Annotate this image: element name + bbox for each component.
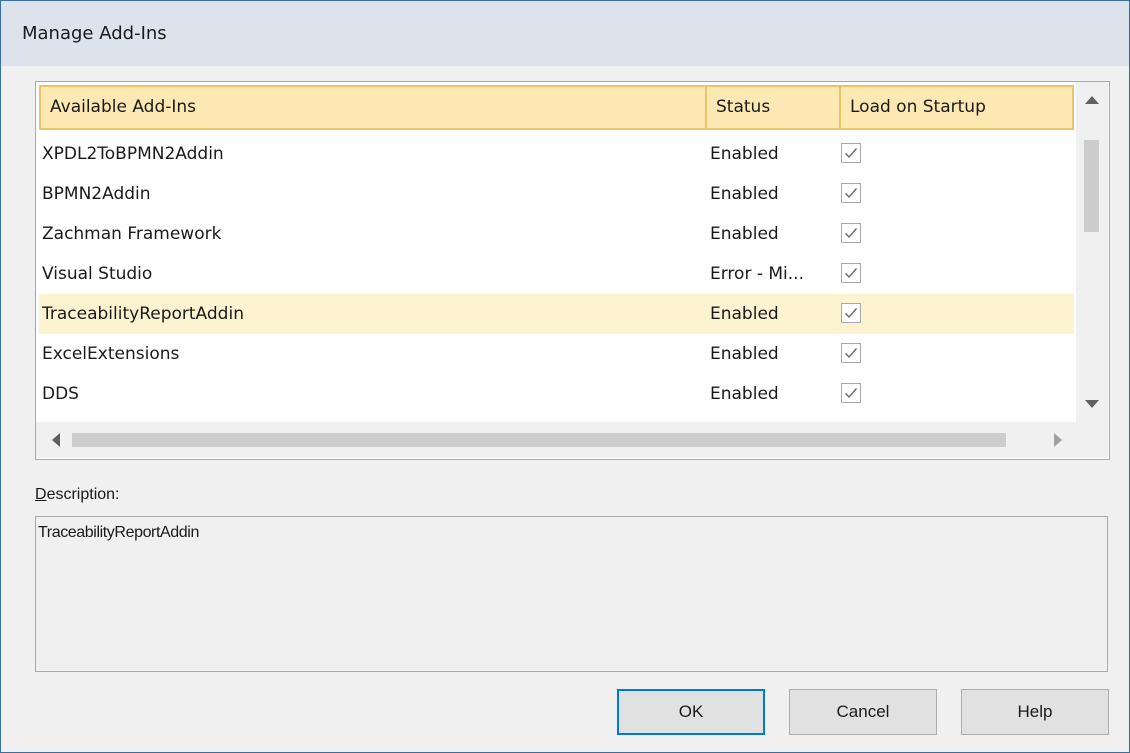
column-header-status[interactable]: Status bbox=[705, 87, 839, 128]
description-label: Description: bbox=[35, 486, 119, 504]
add-in-name: Visual Studio bbox=[42, 264, 153, 284]
checkmark-icon bbox=[845, 348, 858, 359]
cancel-button[interactable]: Cancel bbox=[789, 689, 937, 735]
checkmark-icon bbox=[845, 148, 858, 159]
checkmark-icon bbox=[845, 388, 858, 399]
description-label-accesskey: D bbox=[35, 486, 47, 503]
add-in-name: Zachman Framework bbox=[42, 224, 222, 244]
title-bar: Manage Add-Ins bbox=[1, 1, 1129, 66]
horizontal-scrollbar[interactable] bbox=[36, 422, 1076, 458]
list-item[interactable]: BPMN2Addin Enabled bbox=[39, 174, 1074, 214]
checkmark-icon bbox=[845, 188, 858, 199]
add-in-status: Enabled bbox=[710, 224, 779, 244]
add-in-status: Enabled bbox=[710, 344, 779, 364]
help-button[interactable]: Help bbox=[961, 689, 1109, 735]
load-on-startup-checkbox[interactable] bbox=[841, 223, 861, 243]
column-header-load-on-startup[interactable]: Load on Startup bbox=[839, 87, 1072, 128]
list-item[interactable]: TraceabilityReportAddin Enabled bbox=[39, 294, 1074, 334]
checkmark-icon bbox=[845, 308, 858, 319]
add-ins-list: Available Add-Ins Status Load on Startup… bbox=[35, 81, 1110, 460]
vertical-scrollbar[interactable] bbox=[1076, 82, 1108, 422]
description-box[interactable]: TraceabilityReportAddin bbox=[35, 516, 1108, 672]
list-item[interactable]: XPDL2ToBPMN2Addin Enabled bbox=[39, 134, 1074, 174]
scroll-up-icon[interactable] bbox=[1076, 84, 1108, 116]
vertical-scroll-thumb[interactable] bbox=[1084, 140, 1099, 232]
add-in-name: XPDL2ToBPMN2Addin bbox=[42, 144, 224, 164]
ok-button[interactable]: OK bbox=[617, 689, 765, 735]
add-in-name: DDS bbox=[42, 384, 79, 404]
horizontal-scroll-thumb[interactable] bbox=[72, 433, 1006, 447]
checkmark-icon bbox=[845, 228, 858, 239]
description-text: TraceabilityReportAddin bbox=[38, 524, 199, 541]
load-on-startup-checkbox[interactable] bbox=[841, 143, 861, 163]
manage-add-ins-dialog: Manage Add-Ins Available Add-Ins Status … bbox=[0, 0, 1130, 753]
scroll-left-icon[interactable] bbox=[40, 422, 72, 458]
load-on-startup-checkbox[interactable] bbox=[841, 383, 861, 403]
list-item[interactable]: ExcelExtensions Enabled bbox=[39, 334, 1074, 374]
add-in-status: Enabled bbox=[710, 184, 779, 204]
add-in-name: TraceabilityReportAddin bbox=[42, 304, 244, 324]
list-header: Available Add-Ins Status Load on Startup bbox=[39, 85, 1074, 130]
add-in-status: Enabled bbox=[710, 304, 779, 324]
load-on-startup-checkbox[interactable] bbox=[841, 303, 861, 323]
scrollbar-corner bbox=[1076, 422, 1108, 458]
add-in-name: BPMN2Addin bbox=[42, 184, 151, 204]
add-in-status: Enabled bbox=[710, 144, 779, 164]
load-on-startup-checkbox[interactable] bbox=[841, 183, 861, 203]
scroll-down-icon[interactable] bbox=[1076, 388, 1108, 420]
list-item[interactable]: Zachman Framework Enabled bbox=[39, 214, 1074, 254]
list-item[interactable]: DDS Enabled bbox=[39, 374, 1074, 414]
add-in-status: Error - Mi... bbox=[710, 264, 804, 284]
description-label-rest: escription: bbox=[46, 486, 120, 503]
load-on-startup-checkbox[interactable] bbox=[841, 263, 861, 283]
add-in-name: ExcelExtensions bbox=[42, 344, 180, 364]
dialog-title: Manage Add-Ins bbox=[22, 23, 167, 44]
checkmark-icon bbox=[845, 268, 858, 279]
add-in-status: Enabled bbox=[710, 384, 779, 404]
scroll-right-icon[interactable] bbox=[1042, 422, 1074, 458]
list-rows: XPDL2ToBPMN2Addin Enabled BPMN2Addin Enable… bbox=[39, 134, 1074, 422]
list-item[interactable]: Visual Studio Error - Mi... bbox=[39, 254, 1074, 294]
column-header-available-add-ins[interactable]: Available Add-Ins bbox=[41, 87, 705, 128]
load-on-startup-checkbox[interactable] bbox=[841, 343, 861, 363]
